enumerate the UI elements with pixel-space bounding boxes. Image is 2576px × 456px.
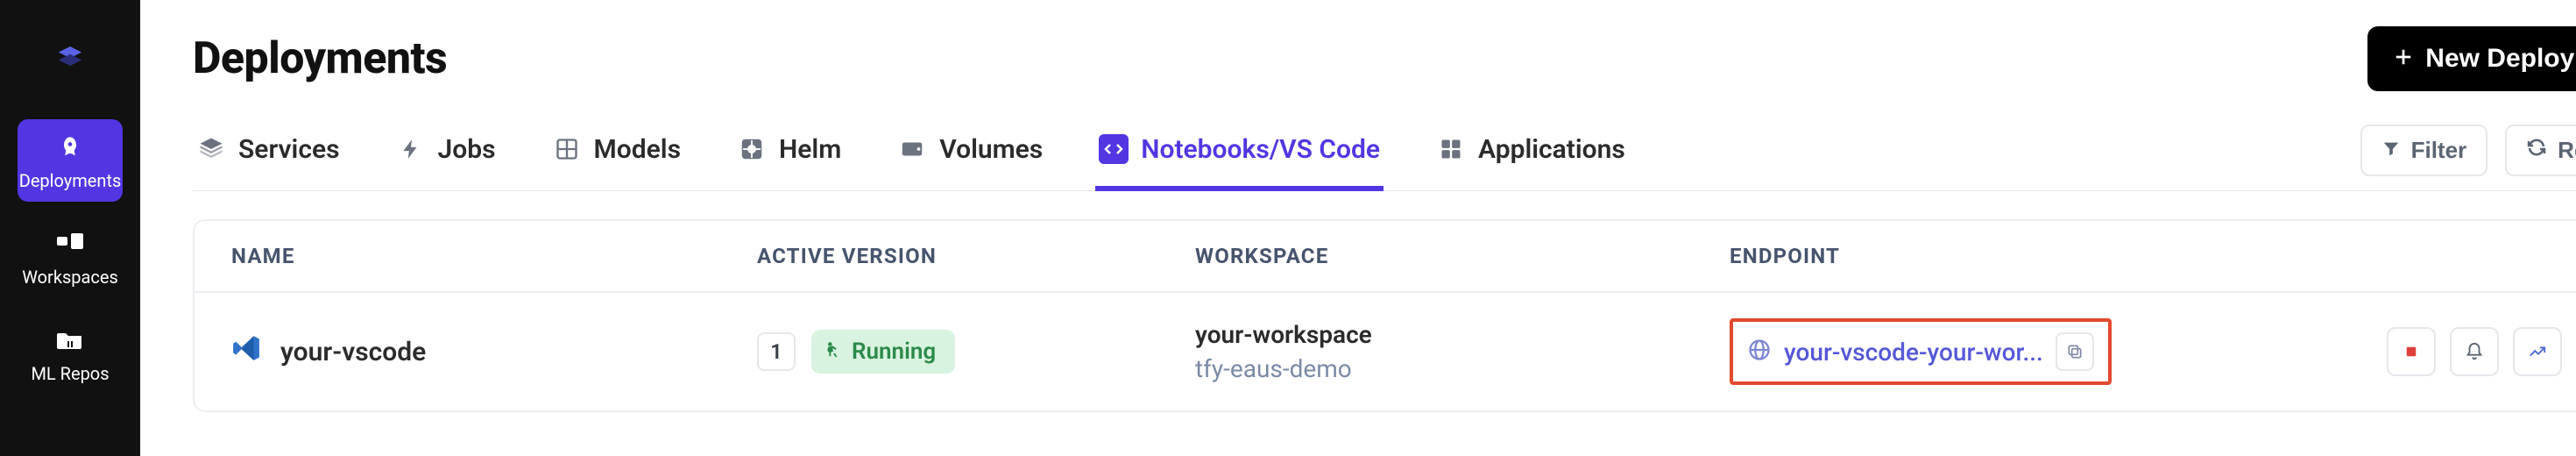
filter-label: Filter bbox=[2411, 137, 2467, 164]
tabs: Services Jobs Models Helm bbox=[193, 125, 1629, 190]
tab-models[interactable]: Models bbox=[548, 125, 684, 191]
endpoint-link[interactable]: your-vscode-your-wor... bbox=[1784, 338, 2043, 367]
tab-jobs[interactable]: Jobs bbox=[393, 125, 499, 191]
disk-icon bbox=[897, 134, 927, 164]
layers-icon bbox=[196, 134, 226, 164]
new-deployment-label: New Deployment bbox=[2425, 44, 2576, 74]
sidebar: Deployments Workspaces ML Repos bbox=[0, 0, 140, 456]
tab-label: Helm bbox=[779, 134, 841, 165]
nav-label: Deployments bbox=[19, 170, 122, 191]
rocket-icon bbox=[54, 132, 86, 163]
copy-endpoint-button[interactable] bbox=[2056, 332, 2094, 371]
tab-helm[interactable]: Helm bbox=[733, 125, 845, 191]
tab-label: Jobs bbox=[438, 134, 496, 165]
nav-workspaces[interactable]: Workspaces bbox=[18, 216, 123, 298]
main-content: Deployments New Deployment Services Jobs bbox=[140, 0, 2576, 456]
code-icon bbox=[1099, 134, 1129, 164]
header: Deployments New Deployment bbox=[193, 26, 2576, 91]
controls: Filter Refresh bbox=[2360, 125, 2576, 190]
row-actions bbox=[2387, 327, 2576, 376]
workspace-name: your-workspace bbox=[1195, 317, 1730, 352]
stop-icon bbox=[2403, 344, 2419, 360]
tab-label: Volumes bbox=[939, 134, 1043, 165]
nav-deployments[interactable]: Deployments bbox=[18, 119, 123, 202]
col-name: NAME bbox=[231, 244, 757, 268]
name-cell: your-vscode bbox=[231, 333, 757, 370]
grid-icon bbox=[552, 134, 582, 164]
status-label: Running bbox=[852, 338, 936, 365]
tab-volumes[interactable]: Volumes bbox=[894, 125, 1046, 191]
tab-applications[interactable]: Applications bbox=[1433, 125, 1629, 191]
col-workspace: WORKSPACE bbox=[1195, 244, 1730, 268]
refresh-button[interactable]: Refresh bbox=[2505, 125, 2576, 176]
app-logo bbox=[46, 32, 95, 81]
plus-icon bbox=[2394, 44, 2413, 74]
bell-icon bbox=[2465, 342, 2484, 361]
deployment-name: your-vscode bbox=[280, 337, 426, 367]
tab-label: Models bbox=[594, 134, 681, 165]
refresh-label: Refresh bbox=[2558, 137, 2576, 164]
apps-icon bbox=[1436, 134, 1466, 164]
tabs-bar: Services Jobs Models Helm bbox=[193, 125, 2576, 191]
status-chip: Running bbox=[811, 330, 955, 374]
tab-services[interactable]: Services bbox=[193, 125, 343, 191]
filter-icon bbox=[2381, 137, 2401, 164]
version-cell: 1 Running bbox=[757, 330, 1195, 374]
copy-icon bbox=[2066, 343, 2084, 360]
nav-label: ML Repos bbox=[31, 363, 109, 384]
table-header: NAME ACTIVE VERSION WORKSPACE ENDPOINT bbox=[195, 221, 2576, 293]
globe-icon bbox=[1747, 338, 1772, 366]
tab-label: Notebooks/VS Code bbox=[1141, 134, 1380, 165]
col-active-version: ACTIVE VERSION bbox=[757, 244, 1195, 268]
new-deployment-button[interactable]: New Deployment bbox=[2367, 26, 2576, 91]
bolt-icon bbox=[396, 134, 426, 164]
running-icon bbox=[824, 338, 843, 365]
workspace-cluster: tfy-eaus-demo bbox=[1195, 352, 1730, 386]
deployments-table: NAME ACTIVE VERSION WORKSPACE ENDPOINT y… bbox=[193, 219, 2576, 412]
endpoint-cell: your-vscode-your-wor... bbox=[1730, 318, 2387, 385]
chart-icon bbox=[2528, 342, 2547, 361]
col-endpoint: ENDPOINT bbox=[1730, 244, 2387, 268]
endpoint-highlight: your-vscode-your-wor... bbox=[1730, 318, 2112, 385]
workspace-cell: your-workspace tfy-eaus-demo bbox=[1195, 317, 1730, 386]
table-row[interactable]: your-vscode 1 Running your-workspace tfy… bbox=[195, 293, 2576, 410]
version-chip[interactable]: 1 bbox=[757, 332, 796, 371]
filter-button[interactable]: Filter bbox=[2360, 125, 2488, 176]
logo-icon bbox=[51, 37, 89, 75]
tab-label: Services bbox=[238, 134, 340, 165]
stop-button[interactable] bbox=[2387, 327, 2436, 376]
nav-ml-repos[interactable]: ML Repos bbox=[18, 312, 123, 395]
helm-icon bbox=[737, 134, 767, 164]
metrics-button[interactable] bbox=[2513, 327, 2562, 376]
page-title: Deployments bbox=[193, 33, 447, 84]
folder-icon bbox=[54, 324, 86, 356]
vscode-icon bbox=[231, 333, 261, 370]
nav-label: Workspaces bbox=[22, 267, 118, 288]
alerts-button[interactable] bbox=[2450, 327, 2499, 376]
refresh-icon bbox=[2526, 137, 2547, 164]
workspaces-icon bbox=[54, 228, 86, 260]
tab-label: Applications bbox=[1478, 134, 1625, 165]
tab-notebooks-vscode[interactable]: Notebooks/VS Code bbox=[1095, 125, 1384, 191]
